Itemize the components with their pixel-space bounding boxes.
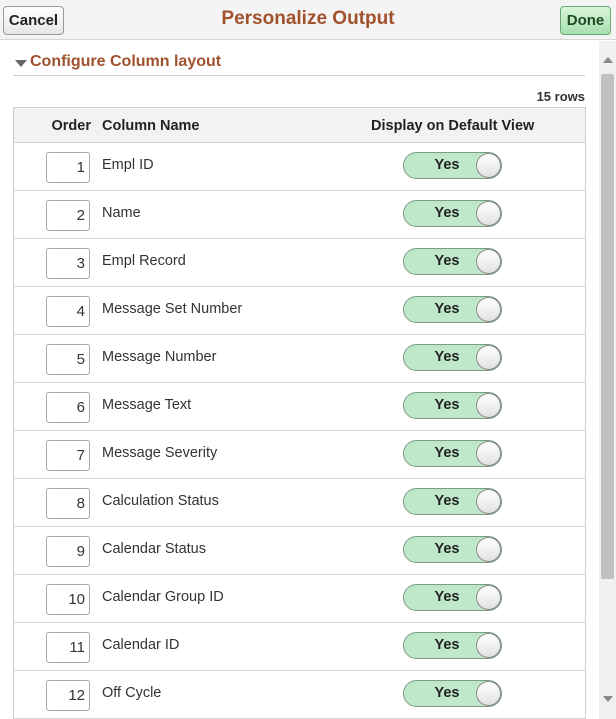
order-input[interactable]: 12 (46, 680, 90, 711)
table-row: 6 Message Text Yes (14, 383, 585, 431)
display-toggle[interactable]: Yes (403, 488, 502, 515)
column-name: Off Cycle (102, 685, 162, 701)
content-area: Configure Column layout 15 rows Order Co… (0, 41, 599, 719)
column-header-column-name: Column Name (102, 118, 200, 134)
toggle-knob[interactable] (476, 153, 501, 178)
order-input[interactable]: 2 (46, 200, 90, 231)
table-row: 11 Calendar ID Yes (14, 623, 585, 671)
grid-header-row: Order Column Name Display on Default Vie… (14, 108, 585, 143)
column-name: Message Set Number (102, 301, 243, 317)
table-row: 4 Message Set Number Yes (14, 287, 585, 335)
column-name: Calculation Status (102, 493, 219, 509)
column-name: Message Text (102, 397, 192, 413)
toggle-knob[interactable] (476, 681, 501, 706)
order-input[interactable]: 7 (46, 440, 90, 471)
column-name: Empl ID (102, 157, 154, 173)
order-input[interactable]: 9 (46, 536, 90, 567)
display-toggle[interactable]: Yes (403, 440, 502, 467)
column-name: Empl Record (102, 253, 186, 269)
column-header-display: Display on Default View (371, 118, 535, 134)
table-row: 9 Calendar Status Yes (14, 527, 585, 575)
display-toggle[interactable]: Yes (403, 344, 502, 371)
table-row: 1 Empl ID Yes (14, 143, 585, 191)
table-row: 2 Name Yes (14, 191, 585, 239)
vertical-scrollbar[interactable] (599, 41, 616, 719)
column-name: Calendar Status (102, 541, 206, 557)
order-input[interactable]: 1 (46, 152, 90, 183)
column-layout-grid: Order Column Name Display on Default Vie… (13, 107, 586, 719)
table-row: 12 Off Cycle Yes (14, 671, 585, 719)
display-toggle[interactable]: Yes (403, 536, 502, 563)
toggle-knob[interactable] (476, 585, 501, 610)
order-input[interactable]: 11 (46, 632, 90, 663)
page-title: Personalize Output (221, 8, 395, 29)
display-toggle[interactable]: Yes (403, 248, 502, 275)
order-input[interactable]: 3 (46, 248, 90, 279)
page-header: Cancel Personalize Output Done (0, 0, 616, 40)
toggle-knob[interactable] (476, 633, 501, 658)
table-row: 5 Message Number Yes (14, 335, 585, 383)
column-name: Message Severity (102, 445, 218, 461)
display-toggle[interactable]: Yes (403, 680, 502, 707)
section-title: Configure Column layout (30, 53, 222, 70)
display-toggle[interactable]: Yes (403, 152, 502, 179)
column-name: Calendar ID (102, 637, 180, 653)
section-header-configure-column-layout[interactable]: Configure Column layout (13, 53, 585, 76)
column-name: Message Number (102, 349, 217, 365)
order-input[interactable]: 6 (46, 392, 90, 423)
done-button[interactable]: Done (560, 6, 611, 35)
column-name: Name (102, 205, 141, 221)
toggle-knob[interactable] (476, 489, 501, 514)
order-input[interactable]: 5 (46, 344, 90, 375)
column-header-order: Order (51, 118, 92, 134)
order-input[interactable]: 8 (46, 488, 90, 519)
collapse-triangle-icon[interactable] (15, 60, 27, 67)
toggle-knob[interactable] (476, 393, 501, 418)
display-toggle[interactable]: Yes (403, 296, 502, 323)
display-toggle[interactable]: Yes (403, 392, 502, 419)
scroll-thumb[interactable] (601, 74, 614, 579)
scroll-down-arrow-icon[interactable] (603, 696, 613, 702)
order-input[interactable]: 4 (46, 296, 90, 327)
toggle-knob[interactable] (476, 249, 501, 274)
display-toggle[interactable]: Yes (403, 632, 502, 659)
row-count: 15 rows (536, 89, 585, 104)
toggle-knob[interactable] (476, 297, 501, 322)
toggle-knob[interactable] (476, 201, 501, 226)
order-input[interactable]: 10 (46, 584, 90, 615)
toggle-knob[interactable] (476, 537, 501, 562)
toggle-knob[interactable] (476, 345, 501, 370)
table-row: 8 Calculation Status Yes (14, 479, 585, 527)
table-row: 7 Message Severity Yes (14, 431, 585, 479)
scroll-up-arrow-icon[interactable] (603, 57, 613, 63)
toggle-knob[interactable] (476, 441, 501, 466)
grid-body: 1 Empl ID Yes 2 Name Yes 3 Empl Record Yes 4 Messa… (14, 143, 585, 719)
display-toggle[interactable]: Yes (403, 584, 502, 611)
display-toggle[interactable]: Yes (403, 200, 502, 227)
table-row: 10 Calendar Group ID Yes (14, 575, 585, 623)
column-name: Calendar Group ID (102, 589, 224, 605)
table-row: 3 Empl Record Yes (14, 239, 585, 287)
